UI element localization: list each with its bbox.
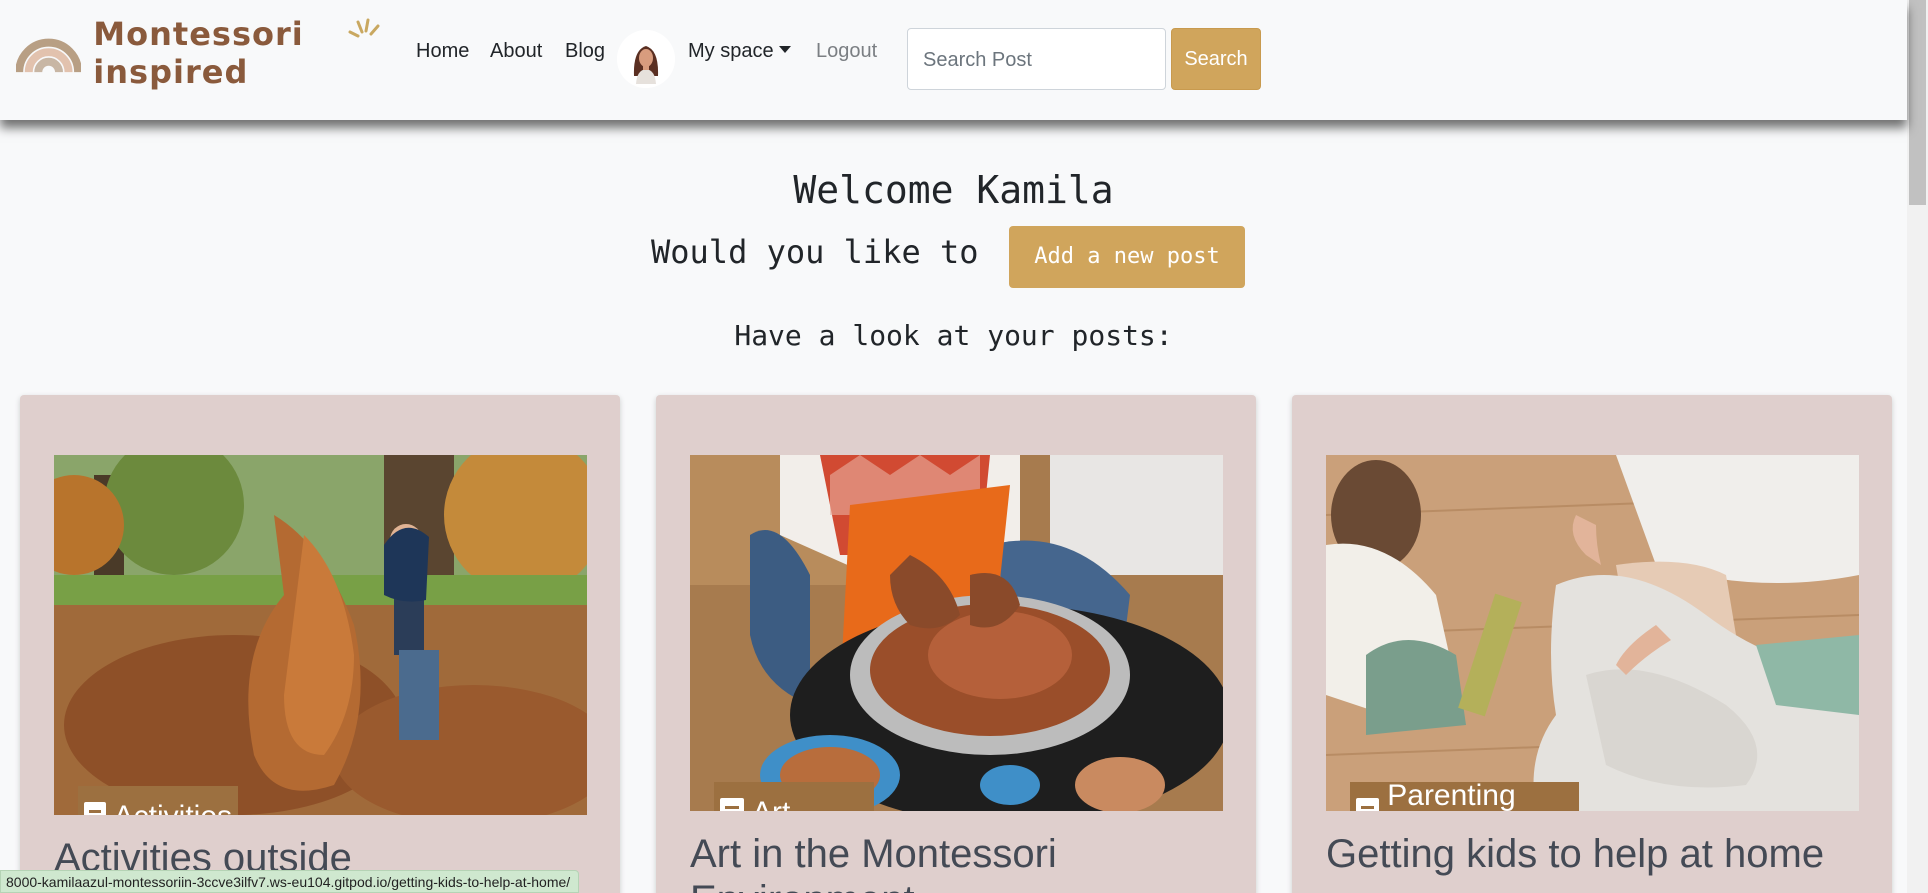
search-button[interactable]: Search [1171, 28, 1261, 90]
sun-rays-icon [348, 18, 380, 38]
nav-about-link[interactable]: About [490, 40, 542, 63]
folding-laundry-photo [1326, 455, 1859, 811]
book-icon [720, 798, 744, 811]
my-space-label: My space [688, 40, 774, 62]
nav-blog-link[interactable]: Blog [565, 40, 605, 63]
scrollbar[interactable] [1907, 0, 1928, 893]
user-avatar[interactable] [617, 30, 675, 88]
post-card[interactable]: Art Art in the Montessori Environment [656, 395, 1256, 893]
link-status-bar: 8000-kamilaazul-montessoriin-3ccve3ilfv7… [0, 870, 580, 893]
would-you-like-text: Would you like to [651, 233, 979, 271]
brand-logo[interactable]: Montessori inspired [16, 15, 394, 91]
search-input[interactable]: Search Post [907, 28, 1166, 90]
post-image[interactable]: Parenting Tips [1326, 455, 1859, 811]
my-space-dropdown[interactable]: My space [688, 40, 791, 63]
rainbow-logo-icon [16, 38, 82, 73]
category-badge: Art [714, 782, 874, 811]
welcome-heading: Welcome Kamila [793, 168, 1114, 212]
post-card[interactable]: Parenting Tips Getting kids to help at h… [1292, 395, 1892, 893]
post-image[interactable]: Activities [54, 455, 587, 815]
your-posts-heading: Have a look at your posts: [734, 319, 1173, 352]
category-label: Activities [114, 800, 232, 815]
book-icon [84, 802, 106, 815]
category-badge: Activities [78, 786, 238, 815]
navbar: Montessori inspired Home About Blog My s… [0, 0, 1907, 120]
post-card[interactable]: Activities Activities outside [20, 395, 620, 893]
category-label: Parenting Tips [1387, 779, 1516, 811]
avatar-portrait-icon [617, 30, 675, 88]
post-title[interactable]: Art in the Montessori Environment [690, 831, 1230, 893]
nav-home-link[interactable]: Home [416, 40, 469, 63]
post-title[interactable]: Getting kids to help at home [1326, 831, 1866, 877]
autumn-leaves-photo [54, 455, 587, 815]
nav-logout-link[interactable]: Logout [816, 40, 877, 63]
category-badge: Parenting Tips [1350, 779, 1579, 811]
caret-down-icon [778, 46, 791, 54]
pottery-wheel-photo [690, 455, 1223, 811]
add-new-post-button[interactable]: Add a new post [1009, 226, 1245, 288]
category-label: Art [752, 796, 790, 811]
post-image[interactable]: Art [690, 455, 1223, 811]
scrollbar-thumb[interactable] [1909, 0, 1926, 205]
book-icon [1356, 798, 1380, 811]
